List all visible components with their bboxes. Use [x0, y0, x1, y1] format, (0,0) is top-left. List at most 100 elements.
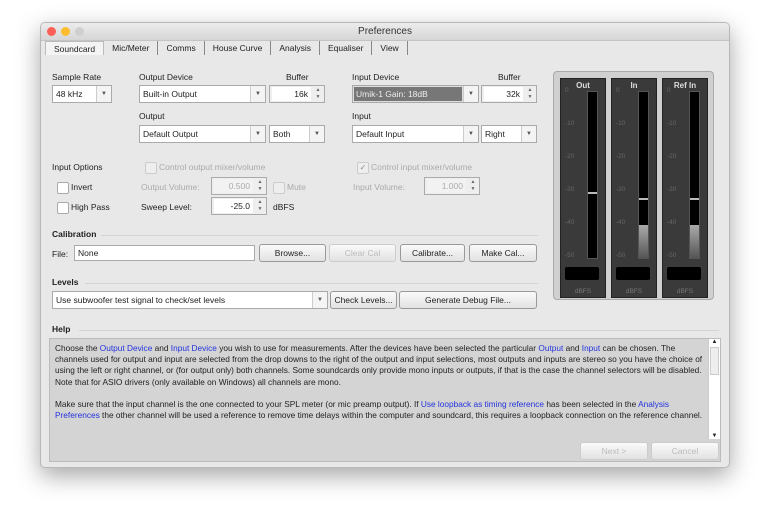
meter-tick: -50	[565, 252, 575, 259]
help-link[interactable]: Use loopback as timing reference	[421, 399, 544, 409]
spinner-arrows-icon[interactable]: ▲ ▼	[255, 199, 265, 213]
help-panel: Choose the Output Device and Input Devic…	[49, 338, 721, 462]
meter-tick: 0	[616, 87, 620, 94]
input-device-select[interactable]: Umik-1 Gain: 18dB ▼	[352, 85, 479, 103]
meter-tick: -30	[565, 186, 575, 193]
help-text-segment: you wish to use for measurements. After …	[216, 343, 539, 353]
output-volume-label: Output Volume:	[141, 182, 200, 192]
close-icon[interactable]	[47, 27, 56, 36]
help-text-segment: the other channel will be used a referen…	[99, 410, 703, 421]
meter-tick: -10	[565, 120, 575, 127]
input-select[interactable]: Default Input ▼	[352, 125, 479, 143]
tab-equaliser[interactable]: Equaliser	[320, 41, 373, 55]
help-text: Choose the Output Device and Input Devic…	[55, 343, 705, 421]
meter-level-fill	[639, 224, 648, 258]
chevron-down-icon: ▼	[250, 86, 265, 102]
clear-cal-button[interactable]: Clear Cal	[329, 244, 396, 262]
spinner-arrows-icon[interactable]: ▲ ▼	[313, 87, 323, 101]
input-volume-value[interactable]: 1.000	[427, 179, 466, 193]
chevron-down-icon: ▼	[96, 86, 111, 102]
sample-rate-select[interactable]: 48 kHz ▼	[52, 85, 112, 103]
output-volume-spinner[interactable]: 0.500 ▲ ▼	[211, 177, 267, 195]
tab-comms[interactable]: Comms	[158, 41, 205, 55]
tab-mic-meter[interactable]: Mic/Meter	[104, 41, 159, 55]
tab-soundcard[interactable]: Soundcard	[45, 41, 105, 55]
chevron-down-icon: ▼	[521, 126, 536, 142]
cal-file-field[interactable]: None	[74, 245, 255, 261]
output-buffer-spinner[interactable]: 16k ▲ ▼	[269, 85, 325, 103]
meter-tick: -50	[667, 252, 677, 259]
invert-checkbox[interactable]	[57, 182, 69, 194]
control-output-label: Control output mixer/volume	[159, 162, 266, 172]
levels-select[interactable]: Use subwoofer test signal to check/set l…	[52, 291, 328, 309]
meter-bar	[689, 91, 700, 259]
spinner-arrows-icon[interactable]: ▲ ▼	[255, 179, 265, 193]
help-scrollbar[interactable]: ▲ ▼	[708, 339, 720, 439]
help-link[interactable]: Input Device	[171, 343, 217, 353]
output-select[interactable]: Default Output ▼	[139, 125, 266, 143]
sample-rate-label: Sample Rate	[52, 72, 102, 82]
mute-checkbox[interactable]	[273, 182, 285, 194]
levels-value: Use subwoofer test signal to check/set l…	[56, 295, 226, 305]
minimize-icon[interactable]	[61, 27, 70, 36]
sweep-level-value[interactable]: -25.0	[214, 199, 253, 213]
meter-bar	[587, 91, 598, 259]
help-link[interactable]: Output	[538, 343, 563, 353]
meter-unit: dBFS	[676, 288, 694, 295]
output-volume-value[interactable]: 0.500	[214, 179, 253, 193]
tab-analysis[interactable]: Analysis	[271, 41, 320, 55]
sample-rate-value: 48 kHz	[56, 89, 83, 99]
input-volume-label: Input Volume:	[353, 182, 405, 192]
input-volume-spinner[interactable]: 1.000 ▲ ▼	[424, 177, 480, 195]
divider	[85, 283, 538, 284]
input-buffer-spinner[interactable]: 32k ▲ ▼	[481, 85, 537, 103]
window-title: Preferences	[358, 26, 412, 37]
meter-peak-marker	[588, 191, 597, 194]
output-channel-select[interactable]: Both ▼	[269, 125, 325, 143]
control-input-label: Control input mixer/volume	[371, 162, 473, 172]
meter-unit: dBFS	[625, 288, 643, 295]
sweep-level-spinner[interactable]: -25.0 ▲ ▼	[211, 197, 267, 215]
spinner-arrows-icon[interactable]: ▲ ▼	[525, 87, 535, 101]
input-buffer-label: Buffer	[498, 72, 521, 82]
zoom-icon[interactable]	[75, 27, 84, 36]
meter-peak-marker	[690, 198, 699, 201]
meter-bar	[638, 91, 649, 259]
help-text-segment: and	[152, 343, 171, 353]
cancel-button[interactable]: Cancel	[651, 442, 719, 460]
next-button[interactable]: Next >	[580, 442, 648, 460]
meter-readout	[565, 267, 599, 280]
input-device-label: Input Device	[352, 72, 400, 82]
browse-button[interactable]: Browse...	[259, 244, 326, 262]
make-cal-button[interactable]: Make Cal...	[469, 244, 537, 262]
meter-tick: 0	[565, 87, 569, 94]
input-channel-select[interactable]: Right ▼	[481, 125, 537, 143]
control-output-checkbox[interactable]	[145, 162, 157, 174]
output-buffer-value[interactable]: 16k	[272, 87, 311, 101]
meter-peak-marker	[639, 198, 648, 201]
meter-tick: -20	[667, 153, 677, 160]
control-input-checkbox[interactable]: ✓	[357, 162, 369, 174]
generate-debug-button[interactable]: Generate Debug File...	[399, 291, 537, 309]
spinner-arrows-icon[interactable]: ▲ ▼	[468, 179, 478, 193]
help-text-segment: Make sure that the input channel is the …	[55, 398, 421, 409]
calibrate-button[interactable]: Calibrate...	[400, 244, 465, 262]
output-device-value: Built-in Output	[143, 89, 197, 99]
calibration-heading: Calibration	[52, 229, 97, 239]
meter-tick: -50	[616, 252, 626, 259]
meter-ref-in: Ref In 0 -10 -20 -30 -40 -50 dBFS	[662, 78, 708, 298]
invert-label: Invert	[71, 182, 93, 192]
input-options-label: Input Options	[52, 162, 103, 172]
input-buffer-value[interactable]: 32k	[484, 87, 523, 101]
high-pass-checkbox[interactable]	[57, 202, 69, 214]
check-levels-button[interactable]: Check Levels...	[330, 291, 397, 309]
tab-view[interactable]: View	[372, 41, 408, 55]
sweep-level-label: Sweep Level:	[141, 202, 193, 212]
help-link[interactable]: Input	[582, 343, 600, 353]
level-meters: Out 0 -10 -20 -30 -40 -50 dBFS In 0 -10 -20 -30 -40 -5…	[553, 71, 714, 300]
output-channel-value: Both	[273, 129, 291, 139]
meter-readout	[667, 267, 701, 280]
output-device-select[interactable]: Built-in Output ▼	[139, 85, 266, 103]
help-link[interactable]: Output Device	[100, 343, 153, 353]
tab-house-curve[interactable]: House Curve	[205, 41, 272, 55]
